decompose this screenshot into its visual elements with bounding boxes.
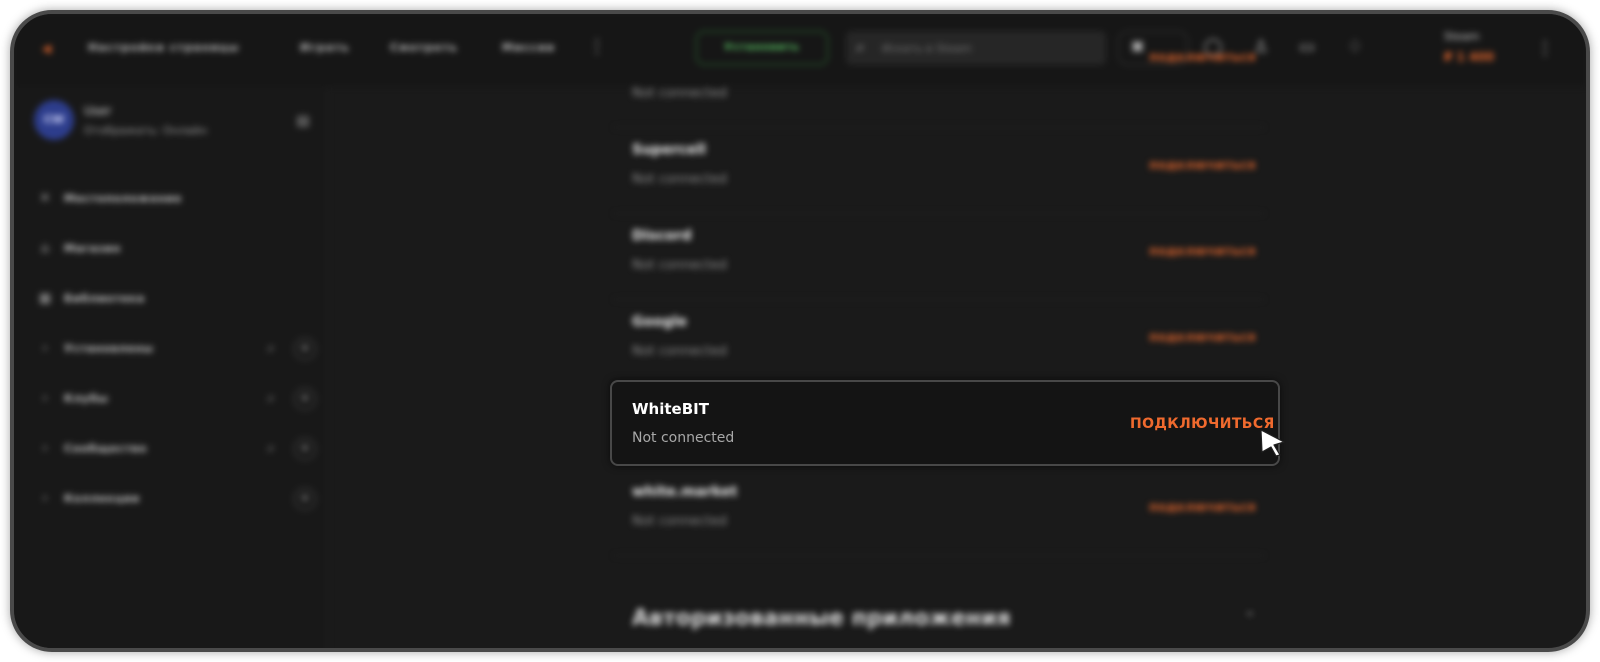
connection-name: Supercell [632,142,706,158]
connection-name: WhiteBIT [632,400,709,418]
logo-icon[interactable]: ◂ [42,40,56,58]
menu-icon[interactable]: ⋮ [1536,38,1554,59]
sidebar: CW User Отображать: Онлайн ▤ ✕ Местополо… [14,86,327,648]
chevron-right-icon: › [42,391,48,406]
inbox-icon[interactable]: ▭ [1296,36,1318,58]
connection-name: Google [632,314,688,330]
user-name[interactable]: Steam [1444,30,1480,43]
connection-status: Not connected [632,344,727,359]
bag-icon: ⌂ [40,241,50,256]
connection-row: white.market Not connected подключиться [614,470,1264,556]
add-icon[interactable]: + [294,338,316,360]
add-icon[interactable]: + [294,488,316,510]
sidebar-item-label: Коллекции [64,492,140,505]
nav-item-missions[interactable]: Миссии [502,41,555,54]
notifications-icon[interactable]: ♢ [1344,36,1366,58]
connection-row: Supercell Not connected подключиться [614,128,1264,214]
settings-icon[interactable]: ▤ [294,112,312,130]
search-icon[interactable]: ⌕ [260,388,282,410]
search-icon[interactable]: ⌕ [260,338,282,360]
profile-name[interactable]: User [84,104,111,118]
mouse-cursor-icon [1260,429,1285,457]
connect-button[interactable]: ПОДКЛЮЧИТЬСЯ [1130,416,1275,432]
sidebar-item-store[interactable]: ⌂ Магазин [36,238,320,262]
sidebar-item-location[interactable]: ✕ Местоположение [36,188,320,212]
connect-button[interactable]: подключиться [1149,158,1256,172]
connection-card-whitebit: WhiteBIT Not connected ПОДКЛЮЧИТЬСЯ [610,380,1280,466]
connection-status: Not connected [632,430,735,446]
sidebar-item-community[interactable]: › Сообщество ⌕ + [36,438,320,462]
add-icon[interactable]: + [294,438,316,460]
connection-status: Not connected [632,514,727,529]
wallet-balance[interactable]: ₽ 1 400 [1444,50,1494,64]
connection-name: Discord [632,228,692,244]
section-title: Авторизованные приложения [632,606,1011,631]
sidebar-item-label: Местоположение [64,192,182,205]
sidebar-item-label: Клубы [64,392,109,405]
connect-button[interactable]: подключиться [1149,500,1256,514]
grid-icon: ▦ [38,291,52,306]
chevron-right-icon: › [42,341,48,356]
search-icon[interactable]: ⌕ [260,438,282,460]
connect-button[interactable]: подключиться [1149,244,1256,258]
sidebar-item-collections[interactable]: › Коллекции + [36,488,320,512]
add-icon[interactable]: + [294,388,316,410]
connection-status: Not connected [632,172,727,187]
connect-button[interactable]: подключиться [1149,50,1256,64]
close-icon: ✕ [39,191,51,206]
connect-button[interactable]: подключиться [1149,330,1256,344]
nav-item-settings[interactable]: Настройки страницы [88,41,239,54]
nav-item-play[interactable]: Играть [300,41,350,54]
nav-item-watch[interactable]: Смотреть [390,41,458,54]
connection-row: Google Not connected подключиться [614,300,1264,386]
sidebar-item-label: Магазин [64,242,121,255]
avatar[interactable]: CW [34,100,74,140]
connection-name: white.market [632,484,738,500]
chevron-right-icon: › [42,441,48,456]
connection-status: Not connected [632,86,727,101]
sidebar-item-library[interactable]: ▦ Библиотека [36,288,320,312]
sidebar-item-label: Установлены [64,342,154,355]
chevron-right-icon: › [42,491,48,506]
sidebar-item-installed[interactable]: › Установлены ⌕ + [36,338,320,362]
profile-status[interactable]: Отображать: Онлайн [84,124,207,137]
connection-row: Not connected подключиться [614,42,1264,128]
app-window: ◂ Настройки страницы Играть Смотреть Мис… [10,10,1590,652]
more-vertical-icon[interactable]: ⋮ [588,36,606,57]
chevron-up-icon[interactable]: ⌃ [1244,610,1256,626]
connection-status: Not connected [632,258,727,273]
connection-row: Discord Not connected подключиться [614,214,1264,300]
sidebar-item-label: Сообщество [64,442,147,455]
sidebar-item-clubs[interactable]: › Клубы ⌕ + [36,388,320,412]
blurred-background: ◂ Настройки страницы Играть Смотреть Мис… [14,14,1586,648]
sidebar-item-label: Библиотека [64,292,145,305]
